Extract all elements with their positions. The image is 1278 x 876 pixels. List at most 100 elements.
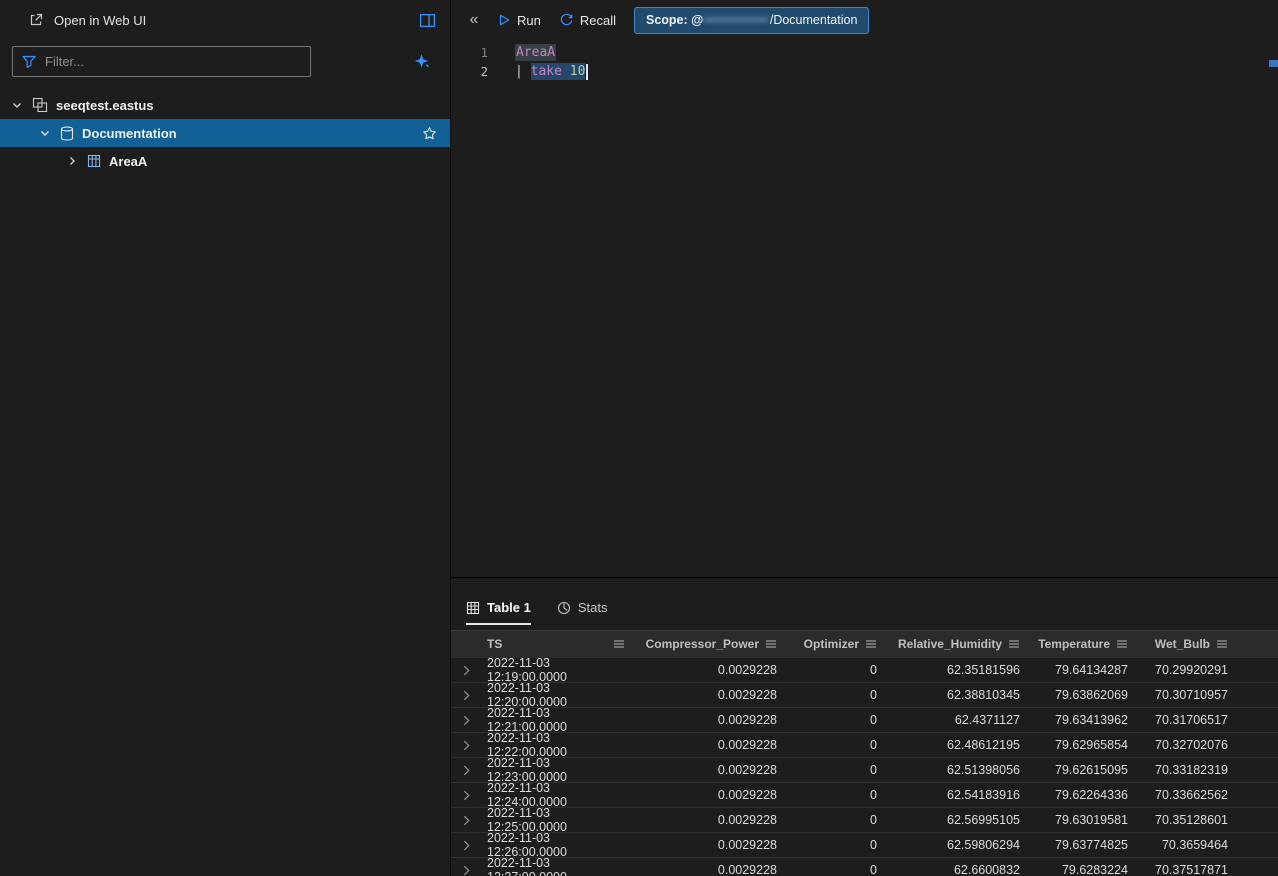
table-row[interactable]: 2022-11-03 12:21:00.00000.0029228062.437… [451, 707, 1278, 732]
token-keyword: take [531, 64, 570, 79]
column-menu-icon[interactable] [1216, 639, 1228, 649]
query-toolbar: « Run Recall Scope: @•••••••••• [451, 0, 1278, 40]
column-header-temperature[interactable]: Temperature [1026, 631, 1134, 657]
collapse-sidebar-button[interactable]: « [465, 11, 483, 29]
results-tabbar: Table 1 Stats [451, 578, 1278, 631]
table-row[interactable]: 2022-11-03 12:26:00.00000.0029228062.598… [451, 832, 1278, 857]
table-cell: 2022-11-03 12:27:00.0000 [481, 858, 631, 876]
table-icon [87, 154, 101, 168]
tab-table-1[interactable]: Table 1 [466, 600, 531, 625]
chevron-down-icon[interactable] [10, 98, 24, 112]
row-expand-button[interactable] [451, 683, 481, 707]
table-cell: 2022-11-03 12:22:00.0000 [481, 733, 631, 757]
column-menu-icon[interactable] [1008, 639, 1020, 649]
favorites-filter-icon[interactable] [413, 53, 430, 70]
table-cell: 62.51398056 [883, 758, 1026, 782]
token-number: 10 [570, 64, 586, 79]
scope-redacted-text: •••••••••••• [704, 13, 769, 27]
header-spacer [451, 631, 481, 657]
results-panel: Table 1 Stats TS [451, 577, 1278, 876]
column-menu-icon[interactable] [613, 639, 625, 649]
row-expand-button[interactable] [451, 783, 481, 807]
table-cell: 79.63862069 [1026, 683, 1134, 707]
table-body: 2022-11-03 12:19:00.00000.0029228062.351… [451, 657, 1278, 876]
column-header-relative-humidity[interactable]: Relative_Humidity [883, 631, 1026, 657]
table-cell: 0.0029228 [631, 758, 783, 782]
tree-item-cluster[interactable]: seeqtest.eastus [0, 91, 450, 119]
column-label: Relative_Humidity [898, 637, 1002, 651]
table-row[interactable]: 2022-11-03 12:25:00.00000.0029228062.569… [451, 807, 1278, 832]
chevron-right-icon [463, 715, 470, 726]
connections-sidebar: Open in Web UI [0, 0, 451, 876]
connection-tree: seeqtest.eastus Documentation [0, 91, 450, 175]
table-cell: 62.35181596 [883, 658, 1026, 682]
table-row[interactable]: 2022-11-03 12:20:00.00000.0029228062.388… [451, 682, 1278, 707]
row-expand-button[interactable] [451, 733, 481, 757]
scope-selector[interactable]: Scope: @••••••••••••/Documentation [634, 7, 869, 34]
split-panel-icon[interactable] [419, 12, 436, 29]
column-header-ts[interactable]: TS [481, 631, 631, 657]
row-expand-button[interactable] [451, 758, 481, 782]
column-menu-icon[interactable] [1116, 639, 1128, 649]
column-label: TS [487, 637, 502, 651]
token-pipe: | [515, 64, 531, 79]
column-menu-icon[interactable] [765, 639, 777, 649]
star-icon[interactable] [422, 126, 437, 141]
row-expand-button[interactable] [451, 808, 481, 832]
chevron-right-icon [463, 665, 470, 676]
filter-row [0, 40, 450, 87]
column-label: Compressor_Power [646, 637, 759, 651]
table-cell: 79.63019581 [1026, 808, 1134, 832]
filter-funnel-icon [22, 55, 36, 69]
table-row[interactable]: 2022-11-03 12:22:00.00000.0029228062.486… [451, 732, 1278, 757]
table-cell: 2022-11-03 12:26:00.0000 [481, 833, 631, 857]
table-row[interactable]: 2022-11-03 12:23:00.00000.0029228062.513… [451, 757, 1278, 782]
row-expand-button[interactable] [451, 708, 481, 732]
table-label: AreaA [109, 154, 147, 169]
table-cell: 70.37517871 [1134, 858, 1234, 876]
tab-stats[interactable]: Stats [557, 600, 608, 625]
sidebar-header: Open in Web UI [0, 0, 450, 40]
row-expand-button[interactable] [451, 658, 481, 682]
table-cell: 79.63774825 [1026, 833, 1134, 857]
table-cell: 0.0029228 [631, 783, 783, 807]
column-header-compressor-power[interactable]: Compressor_Power [631, 631, 783, 657]
column-label: Temperature [1038, 637, 1110, 651]
chevron-down-icon[interactable] [38, 126, 52, 140]
table-cell: 70.3659464 [1134, 833, 1234, 857]
play-icon [497, 13, 511, 27]
table-cell: 79.64134287 [1026, 658, 1134, 682]
chevron-right-icon [463, 865, 470, 876]
chevron-right-icon [463, 765, 470, 776]
table-cell: 79.6283224 [1026, 858, 1134, 876]
column-header-optimizer[interactable]: Optimizer [783, 631, 883, 657]
query-editor[interactable]: 1AreaA 2| take 10 [451, 40, 1278, 577]
row-expand-button[interactable] [451, 858, 481, 876]
query-panel: « Run Recall Scope: @•••••••••• [451, 0, 1278, 876]
filter-input-box[interactable] [12, 46, 311, 77]
table-grid-icon [466, 601, 480, 615]
chevron-right-icon [463, 740, 470, 751]
column-label: Wet_Bulb [1155, 637, 1210, 651]
table-cell: 70.29920291 [1134, 658, 1234, 682]
stats-icon [557, 601, 571, 615]
column-menu-icon[interactable] [865, 639, 877, 649]
tree-item-table[interactable]: AreaA [0, 147, 450, 175]
row-expand-button[interactable] [451, 833, 481, 857]
recall-icon [559, 13, 574, 28]
table-cell: 0 [783, 808, 883, 832]
tab-label: Table 1 [487, 600, 531, 615]
table-cell: 70.35128601 [1134, 808, 1234, 832]
tree-item-database[interactable]: Documentation [0, 119, 450, 147]
table-row[interactable]: 2022-11-03 12:24:00.00000.0029228062.541… [451, 782, 1278, 807]
table-row[interactable]: 2022-11-03 12:27:00.00000.0029228062.660… [451, 857, 1278, 876]
filter-input[interactable] [45, 54, 301, 69]
run-button[interactable]: Run [493, 10, 545, 31]
table-cell: 2022-11-03 12:25:00.0000 [481, 808, 631, 832]
chevron-right-icon [463, 840, 470, 851]
open-in-web-ui-button[interactable]: Open in Web UI [54, 13, 409, 28]
table-row[interactable]: 2022-11-03 12:19:00.00000.0029228062.351… [451, 657, 1278, 682]
column-header-wet-bulb[interactable]: Wet_Bulb [1134, 631, 1234, 657]
chevron-right-icon[interactable] [65, 154, 79, 168]
recall-button[interactable]: Recall [555, 10, 620, 31]
